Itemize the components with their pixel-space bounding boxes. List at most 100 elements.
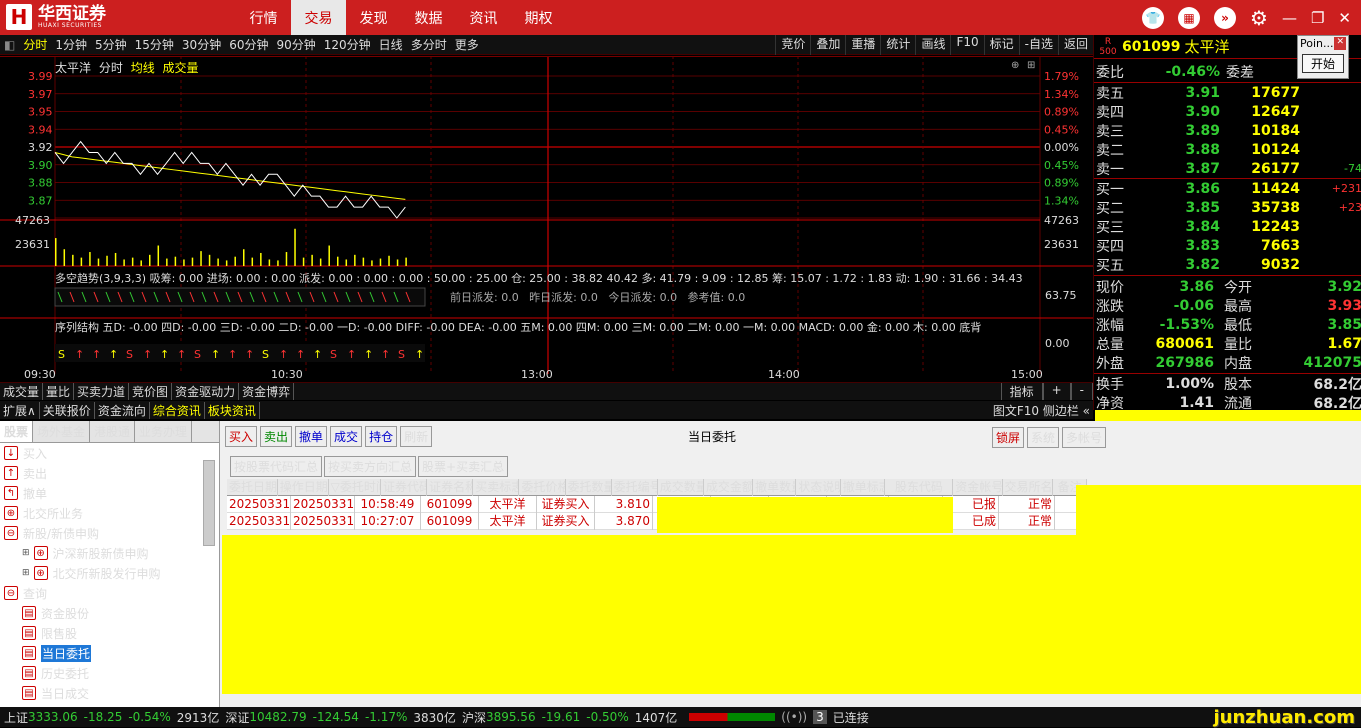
column-header[interactable]: 买卖标志	[473, 478, 520, 496]
point-popup[interactable]: Poin... ✕ 开始	[1297, 35, 1349, 79]
sidebar-toggle[interactable]: 图文F10 侧边栏 «	[990, 402, 1093, 419]
column-header[interactable]: 成交金额	[704, 478, 754, 496]
trade-right-button[interactable]: 系统	[1027, 427, 1060, 448]
column-header[interactable]: ▽委托时间	[329, 478, 381, 496]
minimize-icon[interactable]: —	[1282, 9, 1297, 27]
trade-action-button[interactable]: 刷新	[400, 425, 433, 447]
trade-right-button[interactable]: 多帐号	[1062, 427, 1107, 448]
tree-item[interactable]: ▤ 资金股份	[0, 603, 219, 623]
arrow-icon[interactable]: »	[1214, 6, 1237, 29]
nav-item[interactable]: 行情	[236, 0, 291, 35]
chart-tool-button[interactable]: -自选	[1018, 35, 1058, 55]
chart-tool-button[interactable]: F10	[950, 35, 983, 55]
tree-item[interactable]: ▤ 当日委托	[0, 643, 219, 663]
shirt-icon[interactable]: 👕	[1142, 6, 1165, 29]
column-header[interactable]: 股东代码	[885, 478, 954, 496]
expand-icon[interactable]: ⊞	[22, 548, 30, 558]
period-tab[interactable]: 60分钟	[225, 36, 272, 53]
period-tab[interactable]: 分时	[19, 36, 51, 53]
info-tab[interactable]: 综合资讯	[150, 401, 205, 419]
column-header[interactable]: 撤单标志	[841, 478, 886, 496]
indicator-tab[interactable]: 资金驱动力	[172, 383, 240, 400]
column-header[interactable]: 状态说明	[796, 478, 841, 496]
period-tab[interactable]: 1分钟	[51, 36, 91, 53]
trade-action-button[interactable]: 撤单	[295, 425, 328, 447]
info-tab[interactable]: 资金流向	[95, 401, 150, 419]
period-tab[interactable]: 30分钟	[178, 36, 225, 53]
trade-action-button[interactable]: 卖出	[260, 425, 293, 447]
expand-icon[interactable]: ⊞	[22, 568, 30, 578]
chart-tool-button[interactable]: 返回	[1057, 35, 1093, 55]
period-tab[interactable]: 90分钟	[272, 36, 319, 53]
column-header[interactable]: 证券代码	[381, 478, 428, 496]
collapse-icon[interactable]: ◧	[0, 38, 19, 52]
indicator-tab[interactable]: 量比	[43, 383, 75, 400]
close-icon[interactable]: ✕	[1338, 9, 1351, 27]
tree-item[interactable]: ⊞ ⊕ 沪深新股新债申购	[0, 543, 219, 563]
trade-action-button[interactable]: 买入	[225, 425, 258, 447]
column-header[interactable]: 委托日期	[227, 478, 278, 496]
indicator-tab[interactable]: 买卖力道	[74, 383, 130, 400]
chart-tool-button[interactable]: 统计	[880, 35, 915, 55]
period-tab[interactable]: 15分钟	[131, 36, 178, 53]
column-header[interactable]: 撤单数量	[753, 478, 797, 496]
gear-icon[interactable]: ⚙	[1250, 6, 1268, 30]
tree-item[interactable]: ↰ 撤单	[0, 483, 219, 503]
tree-tab[interactable]: 场外基金	[33, 421, 91, 442]
column-header[interactable]: 操作日期	[278, 478, 329, 496]
trade-right-button[interactable]: 锁屏	[992, 427, 1025, 448]
tree-item[interactable]: ▤ 当日成交	[0, 683, 219, 703]
summary-button[interactable]: 按买卖方向汇总	[324, 456, 417, 477]
nav-item[interactable]: 交易	[291, 0, 346, 35]
period-tab[interactable]: 多分时	[407, 36, 451, 53]
chart-tool-button[interactable]: 重播	[845, 35, 880, 55]
column-header[interactable]: 委托编号	[612, 478, 658, 496]
tree-item[interactable]: ⊞ ⊕ 北交所新股发行申购	[0, 563, 219, 583]
trade-action-button[interactable]: 持仓	[365, 425, 398, 447]
summary-button[interactable]: 按股票代码汇总	[230, 456, 323, 477]
tree-tab[interactable]: 股票	[0, 421, 34, 442]
column-header[interactable]: 资金帐号	[953, 478, 1003, 496]
nav-item[interactable]: 数据	[401, 0, 456, 35]
tree-tab[interactable]: 业务办理	[135, 421, 193, 442]
chart-tool-button[interactable]: 标记	[983, 35, 1019, 55]
tree-item[interactable]: ⊖ 查询	[0, 583, 219, 603]
trade-action-button[interactable]: 成交	[330, 425, 363, 447]
nav-item[interactable]: 期权	[511, 0, 566, 35]
period-tab[interactable]: 120分钟	[320, 36, 375, 53]
indicator-action[interactable]: +	[1042, 383, 1071, 400]
indicator-action[interactable]: -	[1070, 383, 1093, 400]
column-header[interactable]: 委托数量	[566, 478, 612, 496]
tree-item[interactable]: ⊖ 新股/新债申购	[0, 523, 219, 543]
tree-tab[interactable]: 港股通	[90, 421, 136, 442]
indicator-action[interactable]: 指标	[1000, 383, 1043, 400]
chart-tool-button[interactable]: 竞价	[775, 35, 810, 55]
indicator-tab[interactable]: 成交量	[0, 383, 44, 400]
nav-item[interactable]: 发现	[346, 0, 401, 35]
tree-item[interactable]: ▤ 历史委托	[0, 663, 219, 683]
period-tab[interactable]: 更多	[451, 36, 483, 53]
tree-scrollbar[interactable]	[203, 460, 215, 546]
column-header[interactable]: 证券名称	[427, 478, 474, 496]
toolbox-icon[interactable]: ▦	[1178, 6, 1201, 29]
info-tab[interactable]: 关联报价	[40, 401, 95, 419]
info-tab[interactable]: 扩展∧	[0, 401, 40, 419]
column-header[interactable]: 成交数量	[658, 478, 704, 496]
summary-button[interactable]: 股票+买卖汇总	[418, 456, 509, 477]
restore-icon[interactable]: ❐	[1311, 9, 1324, 27]
chart-tool-button[interactable]: 画线	[915, 35, 950, 55]
info-tab[interactable]: 板块资讯	[205, 401, 260, 419]
popup-start-button[interactable]: 开始	[1302, 54, 1344, 73]
column-header[interactable]: 委托价格	[519, 478, 566, 496]
tree-item[interactable]: ↑ 卖出	[0, 463, 219, 483]
period-tab[interactable]: 5分钟	[91, 36, 131, 53]
popup-close-icon[interactable]: ✕	[1334, 37, 1346, 50]
chart-tool-button[interactable]: 叠加	[810, 35, 845, 55]
tree-item[interactable]: ↓ 买入	[0, 443, 219, 463]
indicator-tab[interactable]: 竞价图	[129, 383, 173, 400]
tree-item[interactable]: ▤ 限售股	[0, 623, 219, 643]
period-tab[interactable]: 日线	[375, 36, 407, 53]
column-header[interactable]: 交易所名称	[1003, 478, 1054, 496]
nav-item[interactable]: 资讯	[456, 0, 511, 35]
indicator-tab[interactable]: 资金博弈	[239, 383, 295, 400]
